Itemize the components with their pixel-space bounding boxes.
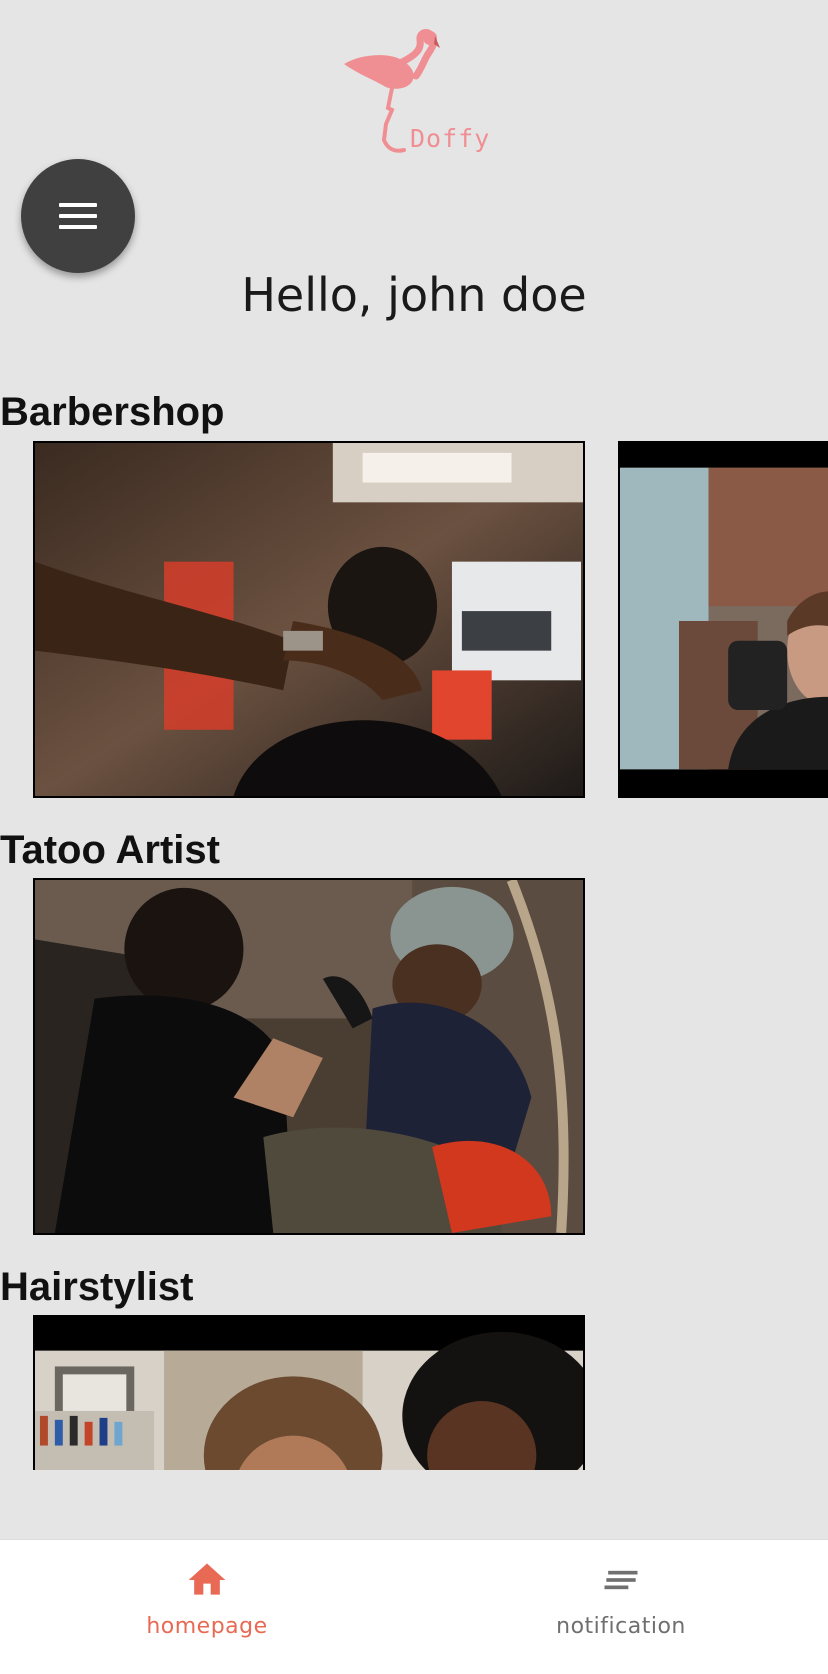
barbershop-photo-2 — [620, 443, 828, 796]
tatoo-artist-photo-1 — [35, 880, 583, 1233]
tatoo-artist-card-1[interactable] — [33, 878, 585, 1235]
barbershop-card-2[interactable] — [618, 441, 828, 798]
section-title-hairstylist: Hairstylist — [0, 1265, 193, 1310]
hairstylist-card-1[interactable] — [33, 1315, 585, 1470]
barbershop-photo-1 — [35, 443, 583, 796]
bottom-navigation: homepage notification — [0, 1539, 828, 1674]
section-title-barbershop: Barbershop — [0, 390, 225, 435]
nav-item-notification[interactable]: notification — [414, 1540, 828, 1674]
barbershop-card-1[interactable] — [33, 441, 585, 798]
notification-lines-icon — [599, 1558, 643, 1602]
home-icon — [185, 1558, 229, 1602]
section-title-tatoo-artist: Tatoo Artist — [0, 828, 220, 873]
nav-label-notification: notification — [556, 1614, 686, 1639]
nav-label-homepage: homepage — [146, 1614, 267, 1639]
nav-item-homepage[interactable]: homepage — [0, 1540, 414, 1674]
hairstylist-photo-1 — [35, 1317, 583, 1470]
category-list[interactable]: Barbershop — [0, 0, 828, 1470]
